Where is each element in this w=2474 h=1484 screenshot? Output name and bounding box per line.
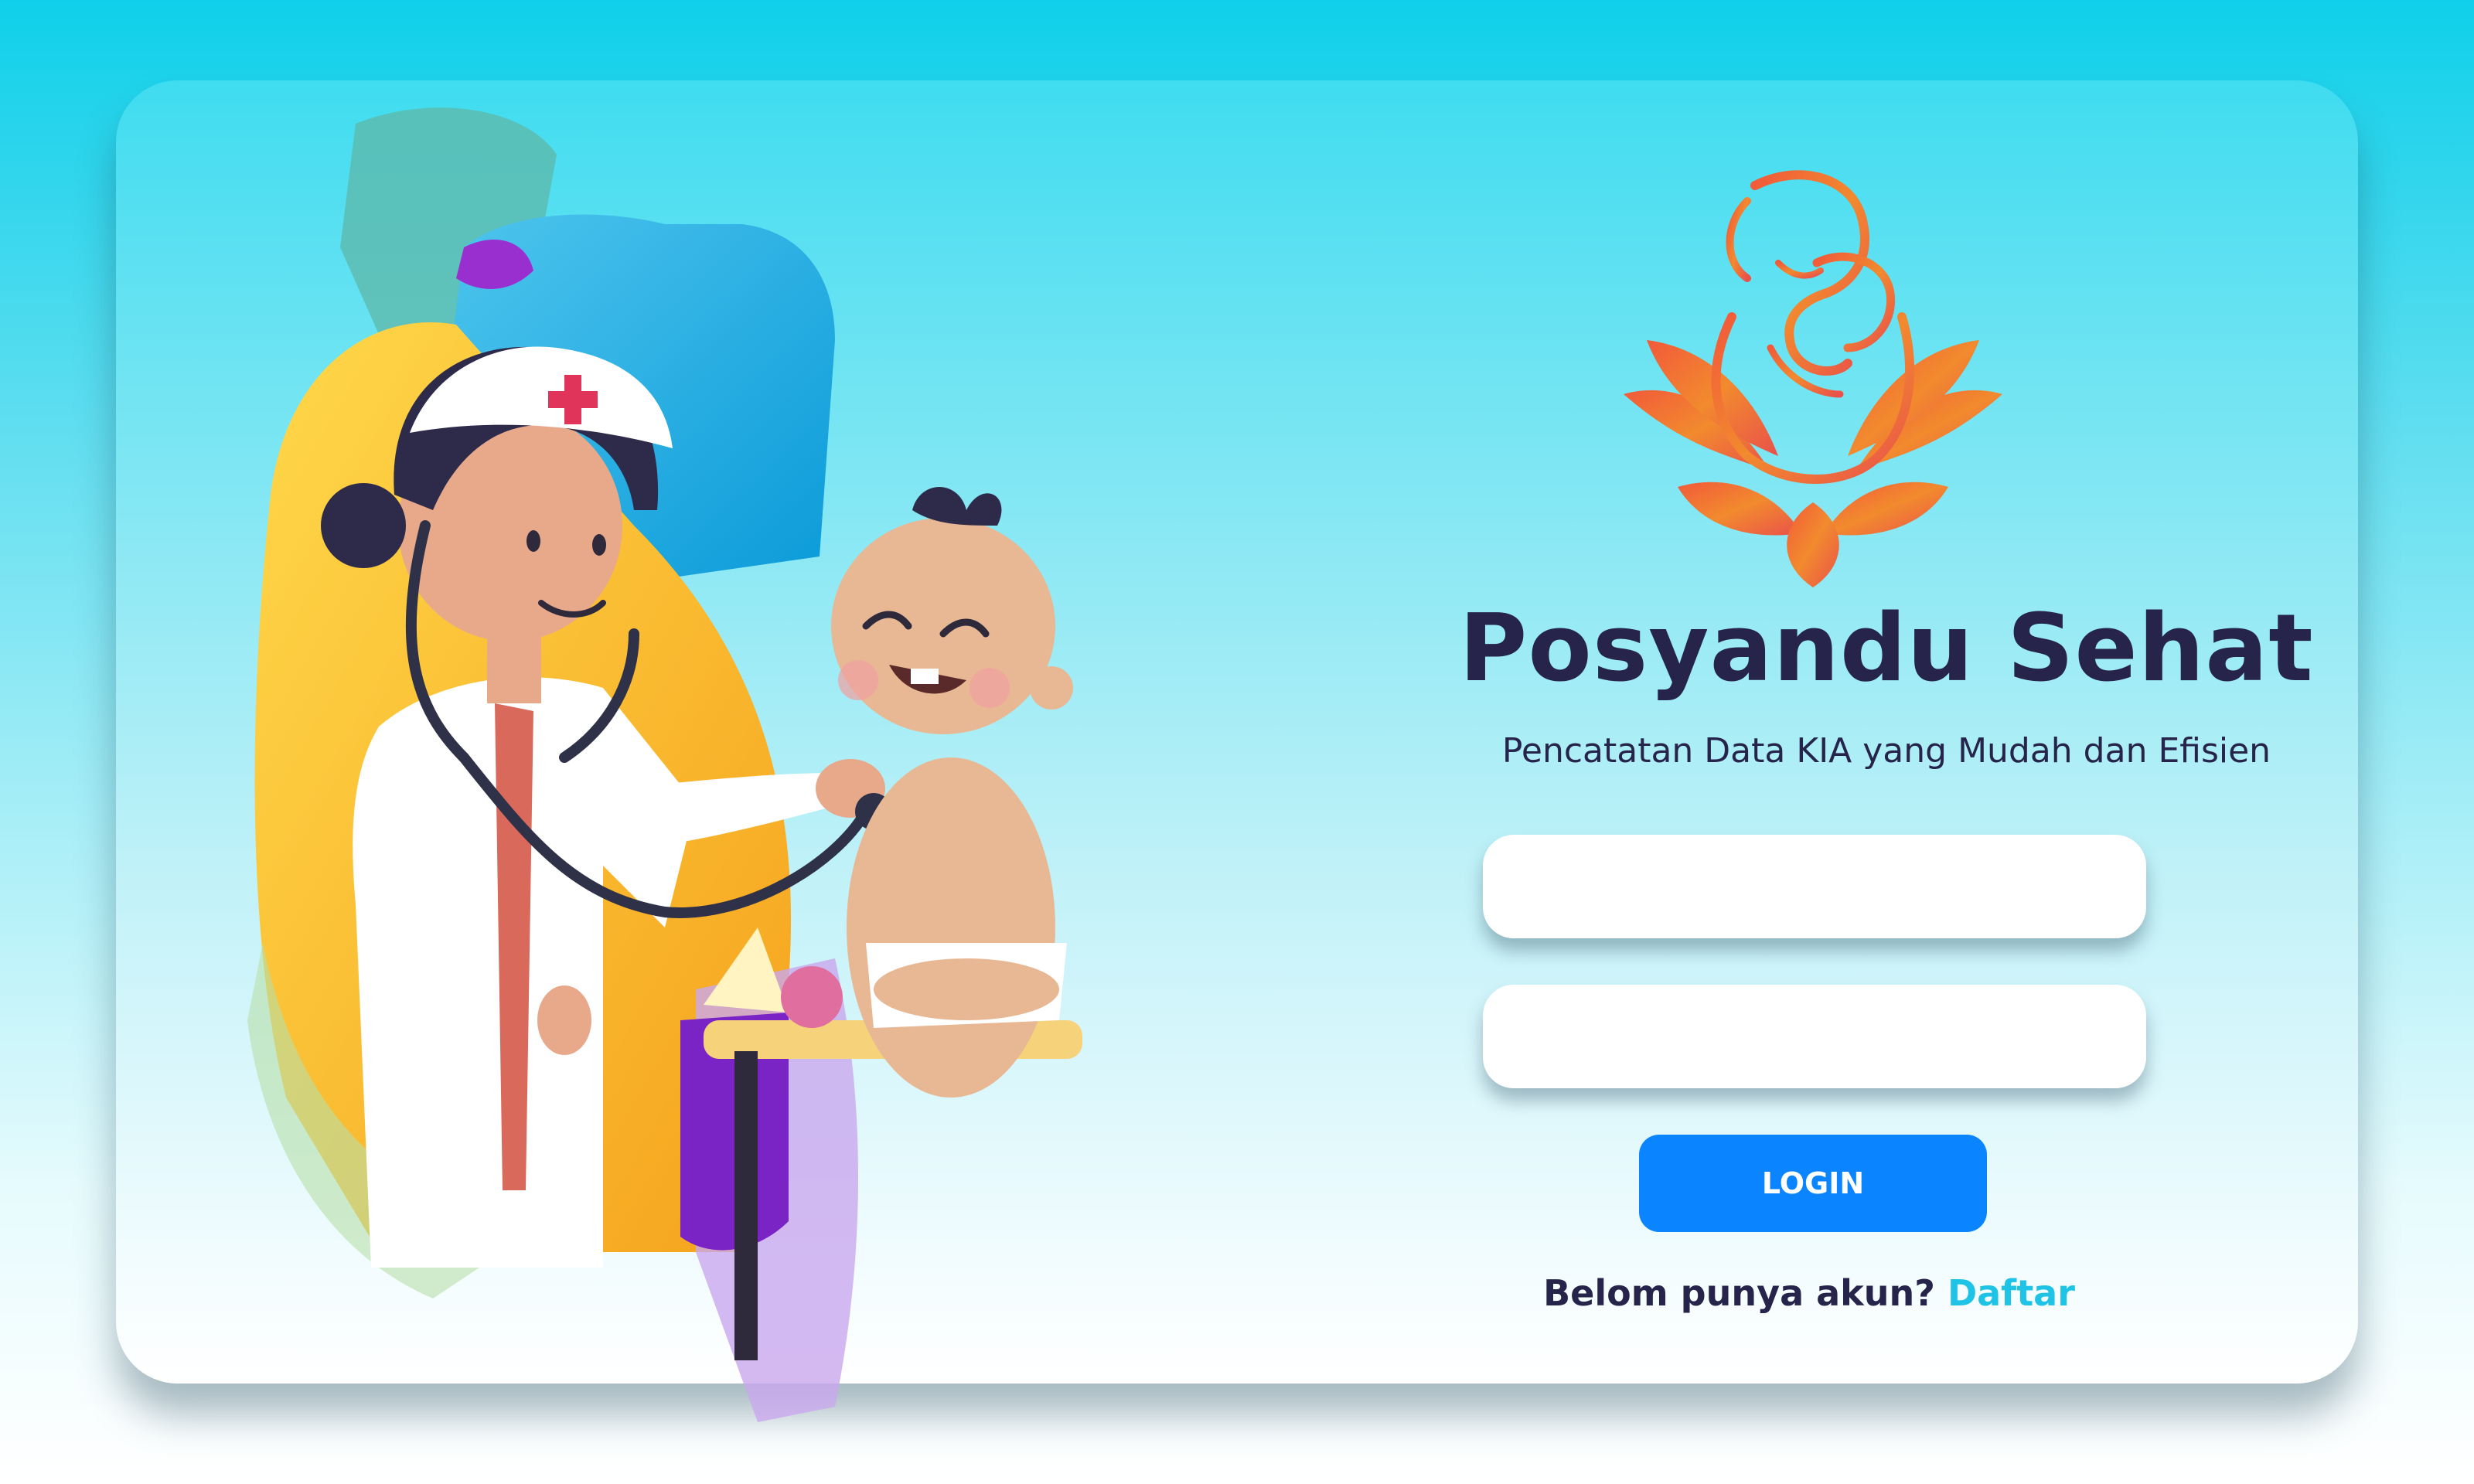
register-prompt-line: Belom punya akun? Daftar — [1392, 1272, 2227, 1314]
username-input[interactable] — [1483, 835, 2146, 938]
app-subtitle: Pencatatan Data KIA yang Mudah dan Efisi… — [1501, 731, 2271, 771]
register-link[interactable]: Daftar — [1948, 1272, 2075, 1314]
login-button[interactable]: LOGIN — [1639, 1135, 1987, 1232]
mother-child-lotus-logo — [1624, 170, 2002, 587]
password-input[interactable] — [1483, 985, 2146, 1088]
register-prompt-text: Belom punya akun? — [1543, 1272, 1935, 1314]
nurse-baby-illustration — [247, 107, 1082, 1422]
app-title: Posyandu Sehat — [1459, 595, 2314, 703]
